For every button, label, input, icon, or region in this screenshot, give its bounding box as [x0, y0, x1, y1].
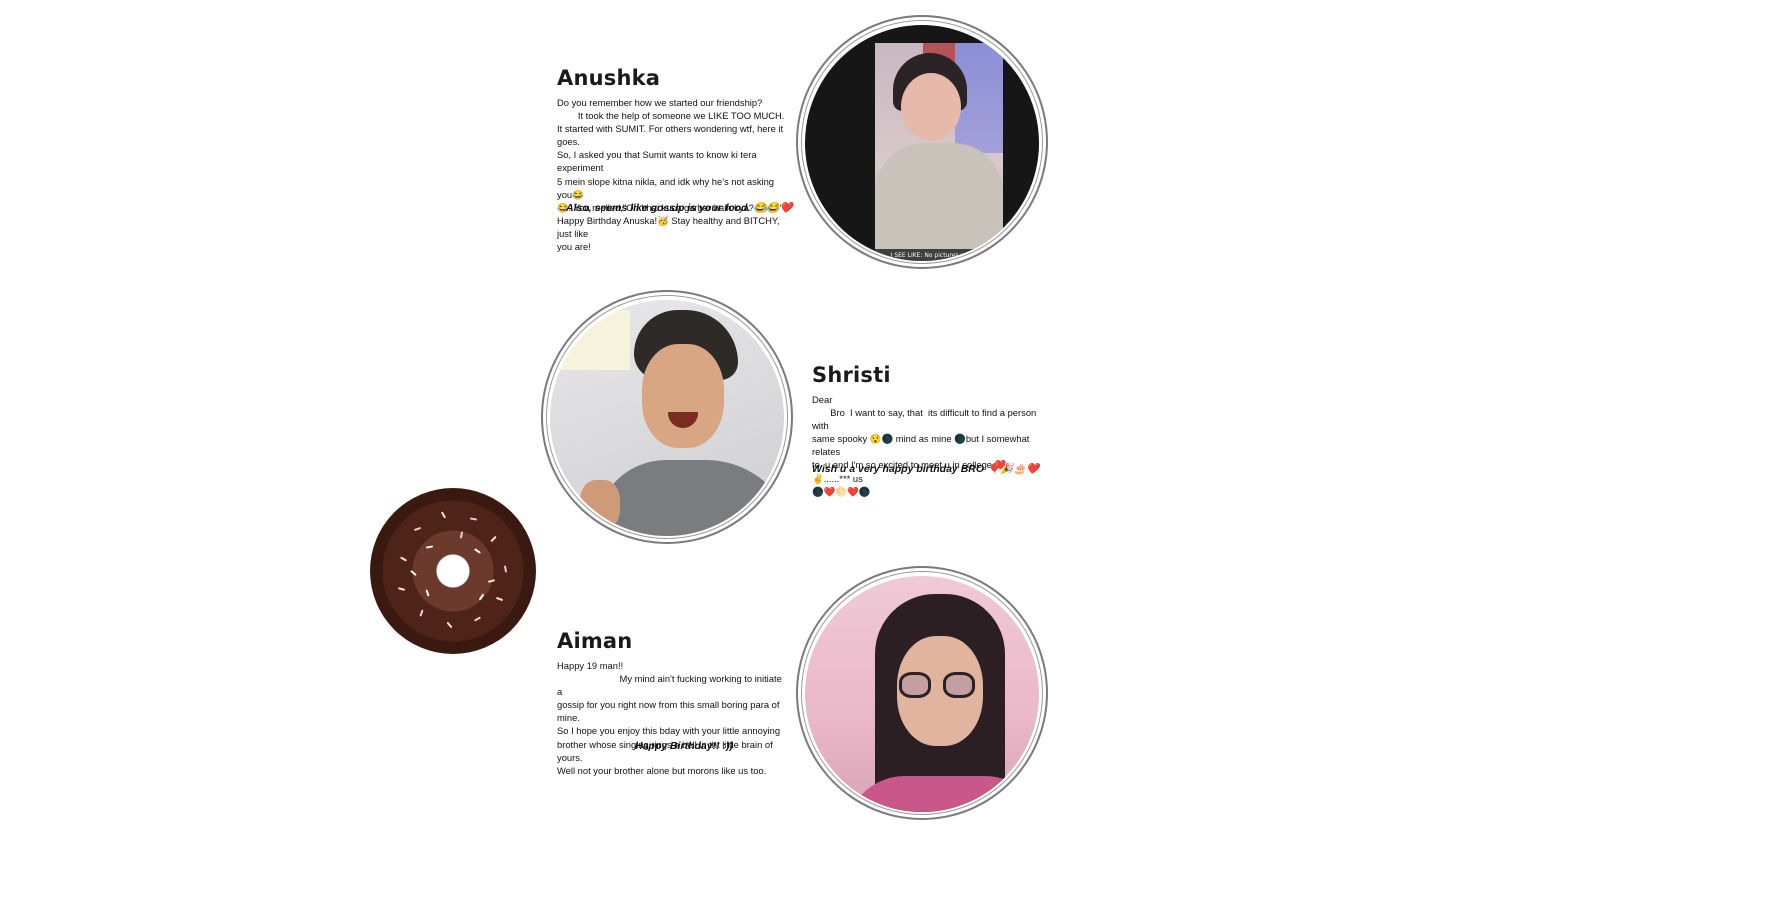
anushka-photo-caption: I SEE LIKE: No pictures mayn. 😏 — [875, 249, 1003, 261]
message-line: Happy Birthday Anuska!🥳 Stay healthy and… — [557, 214, 783, 239]
anushka-section: Anushka Do you remember how we started o… — [0, 0, 1777, 300]
message-line: same spooky 😯🌑 mind as mine 🌑but I somew… — [812, 433, 1033, 458]
shristi-name: Shristi — [812, 363, 891, 387]
message-line: My mind ain't fucking working to initiat… — [557, 673, 785, 698]
message-line: Do you remember how we started our frien… — [557, 97, 763, 108]
message-line: It took the help of someone we LIKE TOO … — [557, 110, 785, 122]
anushka-closing: Also, seems like gossip is your food. 😂😂… — [566, 202, 793, 214]
aiman-message: Happy 19 man!! My mind ain't fucking wor… — [557, 659, 787, 777]
shristi-section: Shristi Dear Bro I want to say, that its… — [0, 290, 1777, 560]
anushka-selfie-screen: I SEE LIKE: No pictures mayn. 😏 — [875, 43, 1003, 261]
message-line: 5 mein slope kitna nikla, and idk why he… — [557, 175, 777, 200]
aiman-closing: Happy Birthday!! :)) — [635, 740, 733, 752]
anushka-name: Anushka — [557, 66, 661, 90]
shristi-message: Dear Bro I want to say, that its difficu… — [812, 393, 1042, 498]
message-line: Happy 19 man!! — [557, 660, 624, 671]
message-line: So, I asked you that Sumit wants to know… — [557, 149, 760, 174]
message-line: you are! — [557, 241, 591, 253]
message-line: Dear — [812, 394, 833, 405]
aiman-photo — [805, 576, 1039, 812]
aiman-name: Aiman — [557, 629, 633, 653]
aiman-section: Aiman Happy 19 man!! My mind ain't fucki… — [0, 565, 1777, 911]
message-line: So I hope you enjoy this bday with your … — [557, 725, 781, 737]
shristi-closing: Wish u a very happy birthday BRO 🎈🎉🎂❤️ — [812, 463, 1040, 475]
message-line: 🌑❤️🌕❤️🌑 — [812, 485, 871, 497]
message-line: Well not your brother alone but morons l… — [557, 764, 767, 776]
shristi-photo — [550, 300, 784, 536]
anushka-message: Do you remember how we started our frien… — [557, 96, 787, 253]
anushka-photo: I SEE LIKE: No pictures mayn. 😏 — [805, 25, 1039, 261]
message-line: It started with SUMIT. For others wonder… — [557, 123, 786, 148]
message-line: gossip for you right now from this small… — [557, 699, 783, 724]
message-line: Bro I want to say, that its difficult to… — [812, 407, 1039, 432]
